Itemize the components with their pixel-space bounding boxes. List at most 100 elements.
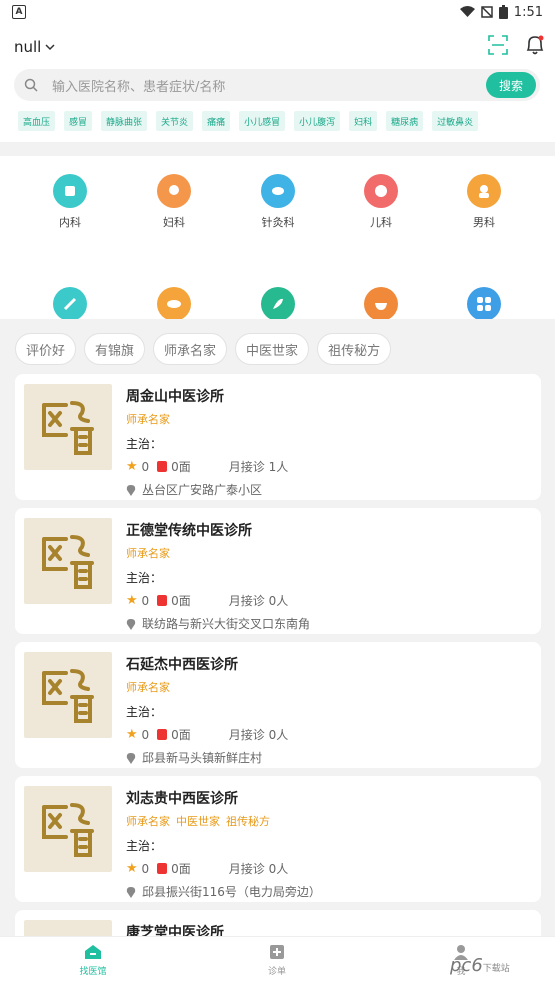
clinic-stats: ★ 0 0面 月接诊 0人: [126, 592, 526, 609]
clinic-address: 联纺路与新兴大街交叉口东南角: [142, 617, 311, 631]
clinic-card[interactable]: 周金山中医诊所 师承名家 主治： ★ 0 0面 月接诊 1人 丛台区广安路广泰小…: [15, 374, 541, 500]
clinic-name: 刘志贵中西医诊所: [126, 791, 238, 807]
tab-label: 找医馆: [79, 967, 107, 977]
clinic-card[interactable]: 正德堂传统中医诊所 师承名家 主治： ★ 0 0面 月接诊 0人 联纺路与新兴大…: [15, 508, 541, 634]
tab-find-clinic[interactable]: 找医馆: [58, 944, 128, 977]
no-signal-icon: [481, 6, 493, 18]
clinic-name: 周金山中医诊所: [126, 389, 224, 405]
clinic-info: 正德堂传统中医诊所 师承名家 主治： ★ 0 0面 月接诊 0人 联纺路与新兴大…: [126, 520, 526, 632]
herb-icon: [261, 287, 295, 319]
search-icon: [24, 78, 38, 92]
city-selector[interactable]: null: [14, 38, 55, 56]
filter-chip[interactable]: 师承名家: [153, 333, 228, 365]
clinic-badge: 师承名家: [126, 681, 170, 694]
status-bar: A 1:51: [0, 0, 555, 24]
category-item[interactable]: [238, 287, 318, 319]
tab-label: 诊单: [267, 967, 286, 977]
clinic-list: 周金山中医诊所 师承名家 主治： ★ 0 0面 月接诊 1人 丛台区广安路广泰小…: [15, 374, 541, 936]
clinic-main-treatment: 主治：: [126, 705, 163, 719]
location-pin-icon: [126, 484, 136, 496]
filter-chip[interactable]: 中医世家: [235, 333, 310, 365]
tag-item[interactable]: 小儿感冒: [239, 111, 286, 131]
category-andrology[interactable]: 男科: [444, 174, 524, 230]
location-pin-icon: [126, 752, 136, 764]
tag-item[interactable]: 静脉曲张: [101, 111, 148, 131]
tag-item[interactable]: 过敏鼻炎: [432, 111, 479, 131]
app-notification-icon: A: [12, 5, 26, 19]
search-bar[interactable]: 输入医院名称、患者症状/名称 搜索: [14, 69, 540, 101]
clinic-badge: 师承名家: [126, 413, 170, 426]
monthly-visits: 月接诊 0人: [228, 594, 289, 608]
top-section: null 输入医院名称、患者症状/名称 搜索 高血压 感冒 静脉曲张 关节炎 痛…: [0, 24, 555, 142]
search-button[interactable]: 搜索: [486, 72, 536, 98]
clinic-main-treatment: 主治：: [126, 571, 163, 585]
category-grid: 内科 妇科 针灸科 儿科 男科: [0, 156, 555, 319]
banner-flag-icon: [157, 729, 168, 740]
star-icon: ★: [126, 727, 138, 742]
gynecology-icon: [157, 174, 191, 208]
tag-item[interactable]: 高血压: [18, 111, 56, 131]
filter-chips: 评价好 有锦旗 师承名家 中医世家 祖传秘方: [15, 333, 392, 365]
filter-chip[interactable]: 祖传秘方: [317, 333, 392, 365]
bell-icon[interactable]: [525, 34, 545, 56]
clinic-address: 丛台区广安路广泰小区: [142, 483, 263, 497]
tag-item[interactable]: 小儿腹泻: [294, 111, 341, 131]
category-item[interactable]: [444, 287, 524, 319]
category-pediatrics[interactable]: 儿科: [341, 174, 421, 230]
watermark-sub: 下载站: [482, 964, 510, 974]
tag-item[interactable]: 糖尿病: [386, 111, 424, 131]
top-icons: [487, 34, 545, 56]
category-acupuncture[interactable]: 针灸科: [238, 174, 318, 230]
clinic-address-row: 丛台区广安路广泰小区: [126, 481, 526, 498]
tag-item[interactable]: 妇科: [349, 111, 378, 131]
rating-value: 0: [141, 459, 150, 474]
clinic-info: 周金山中医诊所 师承名家 主治： ★ 0 0面 月接诊 1人 丛台区广安路广泰小…: [126, 386, 526, 498]
star-icon: ★: [126, 459, 138, 474]
tag-item[interactable]: 关节炎: [156, 111, 194, 131]
clinic-badge: 师承名家: [126, 815, 170, 828]
star-icon: ★: [126, 593, 138, 608]
symptom-tags: 高血压 感冒 静脉曲张 关节炎 痛痛 小儿感冒 小儿腹泻 妇科 糖尿病 过敏鼻炎: [18, 111, 479, 131]
search-input[interactable]: 输入医院名称、患者症状/名称: [52, 76, 486, 95]
category-gynecology[interactable]: 妇科: [134, 174, 214, 230]
category-item[interactable]: [134, 287, 214, 319]
internal-medicine-icon: [53, 174, 87, 208]
clinic-stats: ★ 0 0面 月接诊 0人: [126, 860, 526, 877]
category-item[interactable]: [341, 287, 421, 319]
clinic-badges: 师承名家: [126, 411, 526, 427]
banner-flag-icon: [157, 863, 168, 874]
clinic-info: 康芝堂中医诊所: [126, 922, 526, 936]
tag-item[interactable]: 痛痛: [202, 111, 231, 131]
location-pin-icon: [126, 618, 136, 630]
clinic-name: 石延杰中西医诊所: [126, 657, 238, 673]
clinic-card[interactable]: 石延杰中西医诊所 师承名家 主治： ★ 0 0面 月接诊 0人 邱县新马头镇新鲜…: [15, 642, 541, 768]
clinic-logo: [24, 652, 112, 738]
clinic-address-row: 邱县新马头镇新鲜庄村: [126, 749, 526, 766]
clinic-card[interactable]: 康芝堂中医诊所: [15, 910, 541, 936]
clinic-logo: [24, 384, 112, 470]
location-pin-icon: [126, 886, 136, 898]
eye-icon: [157, 287, 191, 319]
watermark-text: pc6: [450, 955, 483, 976]
clinic-name: 正德堂传统中医诊所: [126, 523, 252, 539]
clinic-card[interactable]: 刘志贵中西医诊所 师承名家 中医世家 祖传秘方 主治： ★ 0 0面 月接诊 0…: [15, 776, 541, 902]
banner-count: 0面: [171, 460, 191, 474]
banner-count: 0面: [171, 594, 191, 608]
tag-item[interactable]: 感冒: [64, 111, 93, 131]
bowl-icon: [364, 287, 398, 319]
monthly-visits: 月接诊 0人: [228, 862, 289, 876]
clinic-address: 邱县新马头镇新鲜庄村: [142, 751, 263, 765]
clinic-logo: [24, 518, 112, 604]
category-label: 男科: [473, 216, 495, 229]
tab-orders[interactable]: 诊单: [242, 944, 312, 977]
scan-icon[interactable]: [487, 34, 509, 56]
category-internal[interactable]: 内科: [30, 174, 110, 230]
category-item[interactable]: [30, 287, 110, 319]
category-label: 儿科: [370, 216, 392, 229]
star-icon: ★: [126, 861, 138, 876]
monthly-visits: 月接诊 1人: [228, 460, 289, 474]
banner-flag-icon: [157, 595, 168, 606]
clinic-badges: 师承名家: [126, 679, 526, 695]
filter-chip[interactable]: 评价好: [15, 333, 77, 365]
filter-chip[interactable]: 有锦旗: [84, 333, 146, 365]
